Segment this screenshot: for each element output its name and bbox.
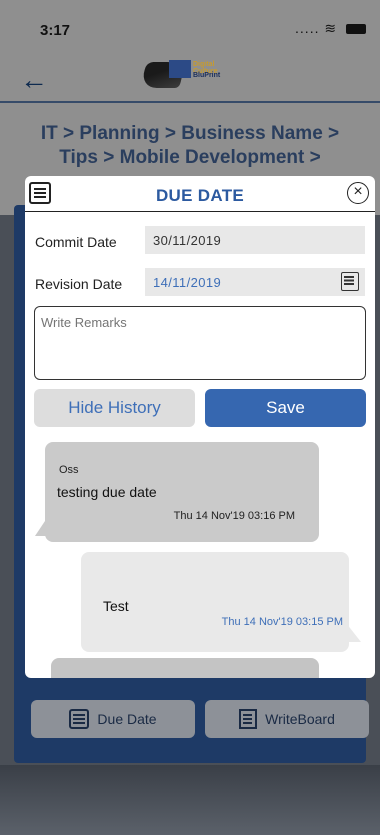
remarks-input[interactable] bbox=[34, 306, 366, 380]
back-arrow-icon[interactable]: ← bbox=[20, 66, 48, 94]
hide-history-button[interactable]: Hide History bbox=[34, 389, 195, 427]
commit-date-field[interactable]: 30/11/2019 bbox=[145, 226, 365, 254]
message-text: Test bbox=[103, 598, 129, 614]
writeboard-label: WriteBoard bbox=[265, 711, 335, 727]
history-message: Oss testing due date Thu 14 Nov'19 03:16… bbox=[45, 442, 319, 542]
background-bottom bbox=[0, 765, 380, 835]
calendar-icon bbox=[69, 709, 90, 729]
message-timestamp: Thu 14 Nov'19 03:15 PM bbox=[221, 616, 343, 628]
commit-date-label: Commit Date bbox=[35, 234, 117, 250]
wifi-icon: ≋ bbox=[324, 20, 338, 36]
history-message: Test Thu 14 Nov'19 03:15 PM bbox=[81, 552, 349, 652]
revision-date-field[interactable]: 14/11/2019 bbox=[145, 268, 365, 296]
calendar-picker-icon[interactable] bbox=[341, 272, 359, 291]
app-logo: Digital Culture BluPrint bbox=[138, 54, 239, 94]
logo-text-bottom: BluPrint bbox=[193, 72, 221, 79]
logo-box bbox=[169, 60, 191, 78]
due-date-label: Due Date bbox=[97, 711, 157, 727]
close-button[interactable]: × bbox=[347, 182, 369, 204]
due-date-button[interactable]: Due Date bbox=[31, 700, 195, 738]
breadcrumb: IT > Planning > Business Name > Tips > M… bbox=[40, 123, 340, 168]
status-bar: 3:17 ..... ≋ bbox=[0, 0, 380, 44]
revision-date-value: 14/11/2019 bbox=[153, 275, 222, 290]
edit-icon bbox=[239, 709, 258, 729]
history-message-partial bbox=[51, 658, 319, 678]
status-icons: ..... ≋ bbox=[295, 20, 366, 37]
nav-divider bbox=[0, 101, 380, 103]
battery-icon bbox=[346, 24, 366, 35]
message-author: Oss bbox=[59, 464, 79, 476]
revision-date-label: Revision Date bbox=[35, 276, 123, 292]
modal-header: DUE DATE × bbox=[25, 176, 375, 212]
message-timestamp: Thu 14 Nov'19 03:16 PM bbox=[173, 510, 295, 522]
modal-title: DUE DATE bbox=[155, 186, 245, 205]
status-time: 3:17 bbox=[40, 22, 71, 39]
due-date-modal: DUE DATE × Commit Date 30/11/2019 Revisi… bbox=[25, 176, 375, 678]
writeboard-button[interactable]: WriteBoard bbox=[205, 700, 369, 738]
message-text: testing due date bbox=[57, 484, 157, 500]
signal-icon: ..... bbox=[295, 20, 320, 36]
save-button[interactable]: Save bbox=[205, 389, 366, 427]
